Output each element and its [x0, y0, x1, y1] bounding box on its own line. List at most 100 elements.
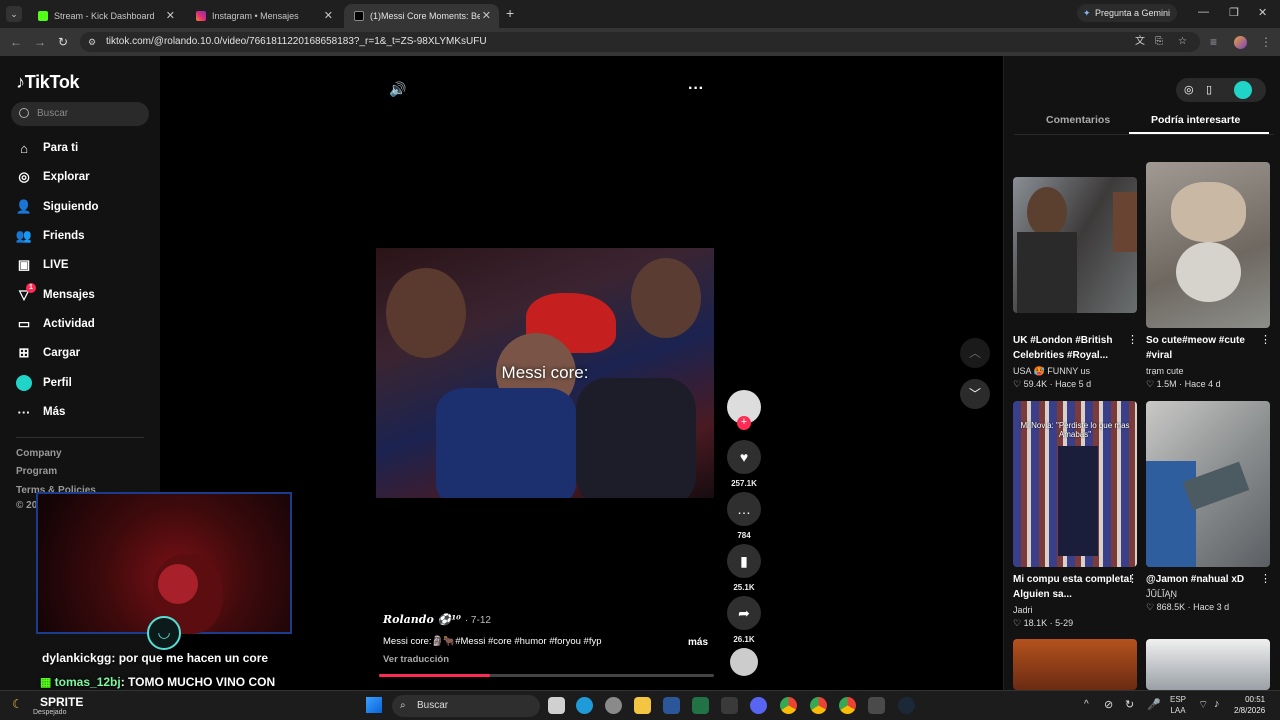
tab-podria-interesarte[interactable]: Podría interesarte	[1151, 114, 1240, 126]
back-icon[interactable]: ←	[10, 35, 22, 49]
url-input[interactable]: ⚙ tiktok.com/@rolando.10.0/video/7661811…	[80, 32, 1200, 52]
sidebar-item-explorar[interactable]: ◎ Explorar	[16, 166, 89, 188]
menu-icon[interactable]: ⋮	[1260, 35, 1272, 49]
install-icon[interactable]: ⎘	[1155, 32, 1163, 52]
tab-search-button[interactable]: ⌄	[6, 6, 22, 22]
translate-link[interactable]: Ver traducción	[383, 654, 449, 665]
tray-wifi-icon[interactable]: ⌔	[1198, 698, 1208, 712]
tray-sync-icon[interactable]: ↻	[1125, 698, 1134, 711]
tray-volume-icon[interactable]: ♪	[1214, 698, 1220, 710]
tab-tiktok[interactable]: (1)Messi Core Moments: Best F ✕	[344, 4, 499, 28]
excel-icon[interactable]	[692, 697, 709, 714]
translate-icon[interactable]: 文	[1135, 32, 1145, 52]
start-icon[interactable]	[366, 697, 382, 713]
recommendation-thumbnail[interactable]	[1013, 639, 1137, 690]
clock[interactable]: 00:51 2/8/2026	[1234, 694, 1265, 716]
task-view-icon[interactable]	[548, 697, 565, 714]
sidebar-item-cargar[interactable]: ⊞ Cargar	[16, 342, 81, 364]
sidebar-item-siguiendo[interactable]: 👤 Siguiendo	[16, 196, 99, 218]
close-icon[interactable]: ✕	[324, 9, 333, 22]
card-author[interactable]: ĴŨĹĨĄŅ	[1146, 589, 1177, 599]
more-link[interactable]: más	[688, 637, 708, 648]
language-indicator[interactable]: ESP LAA	[1170, 694, 1186, 716]
profile-avatar[interactable]	[1234, 36, 1247, 49]
chrome-icon[interactable]	[780, 697, 797, 714]
card-more-icon[interactable]: ⋮	[1260, 333, 1271, 346]
recommendation-thumbnail[interactable]: Mi Novia: "Perdiste lo que mas Amabas"	[1013, 401, 1137, 567]
sidebar-item-live[interactable]: ▣ LIVE	[16, 254, 69, 276]
sidebar-item-actividad[interactable]: ▭ Actividad	[16, 313, 95, 335]
card-author[interactable]: Jadri	[1013, 605, 1033, 615]
sidebar-item-mas[interactable]: ··· Más	[16, 401, 66, 423]
footer-link-company[interactable]: Company	[16, 448, 62, 459]
tiktok-logo[interactable]: ♪TikTok	[16, 72, 80, 93]
recommendation-thumbnail[interactable]	[1146, 639, 1270, 690]
minimize-button[interactable]: —	[1198, 6, 1209, 18]
close-window-button[interactable]: ✕	[1258, 6, 1267, 19]
tab-kick[interactable]: Stream - Kick Dashboard ✕	[28, 4, 183, 28]
video-player[interactable]: Messi core:	[376, 248, 714, 498]
tab-comentarios[interactable]: Comentarios	[1046, 114, 1110, 126]
progress-track[interactable]	[379, 674, 714, 677]
sidebar-item-para-ti[interactable]: ⌂ Para ti	[16, 137, 78, 159]
recommendation-thumbnail[interactable]	[1146, 162, 1270, 328]
follow-button[interactable]: +	[737, 416, 751, 430]
sidebar-item-mensajes[interactable]: ▽ 1 Mensajes	[16, 283, 95, 306]
tray-mic-icon[interactable]: 🎤	[1147, 698, 1161, 711]
word-icon[interactable]	[663, 697, 680, 714]
file-explorer-icon[interactable]	[634, 697, 651, 714]
chrome-profile-icon[interactable]	[810, 697, 827, 714]
author-avatar[interactable]: +	[727, 390, 761, 430]
sidebar-item-friends[interactable]: 👥 Friends	[16, 225, 85, 247]
card-more-icon[interactable]: ⋮	[1127, 333, 1138, 346]
next-video-button[interactable]: ﹀	[960, 379, 990, 409]
card-title[interactable]: Mi compu esta completa! Alguien sa...	[1013, 572, 1133, 602]
settings-icon[interactable]	[605, 697, 622, 714]
tray-network-icon[interactable]: ⊘	[1104, 698, 1113, 711]
more-options-icon[interactable]: ···	[688, 80, 704, 98]
share-button[interactable]: ➦ 26.1K	[727, 596, 761, 644]
bookmark-star-icon[interactable]: ☆	[1178, 32, 1187, 52]
search-input[interactable]: Buscar	[11, 102, 149, 126]
save-button[interactable]: ▮ 25.1K	[727, 544, 761, 592]
tab-instagram[interactable]: Instagram • Mensajes ✕	[186, 4, 341, 28]
forward-icon[interactable]: →	[34, 35, 46, 49]
site-info-icon[interactable]: ⚙	[88, 32, 96, 52]
store-icon[interactable]	[868, 697, 885, 714]
footer-link-program[interactable]: Program	[16, 466, 57, 477]
taskbar-search-input[interactable]: ⌕ Buscar	[392, 695, 540, 717]
device-icon[interactable]: ▯	[1206, 83, 1212, 96]
card-title[interactable]: So cute#meow #cute #viral	[1146, 333, 1266, 363]
chrome-active-icon[interactable]	[839, 697, 856, 714]
profile-avatar[interactable]	[1234, 81, 1252, 99]
new-tab-button[interactable]: +	[506, 5, 514, 21]
steam-icon[interactable]	[898, 697, 915, 714]
reload-icon[interactable]: ↻	[58, 35, 68, 49]
comment-button[interactable]: … 784	[727, 492, 761, 540]
gemini-button[interactable]: ✦ Pregunta a Gemini	[1077, 4, 1177, 22]
volume-icon[interactable]: 🔊	[389, 81, 406, 98]
card-title[interactable]: @Jamon #nahual xD	[1146, 572, 1266, 587]
close-icon[interactable]: ✕	[166, 9, 175, 22]
like-button[interactable]: ♥ 257.1K	[727, 440, 761, 488]
card-more-icon[interactable]: ⋮	[1127, 572, 1138, 585]
card-author[interactable]: USA 🥵 FUNNY us	[1013, 366, 1090, 377]
video-author[interactable]: Rolando ⚽¹⁰ · 7-12	[383, 613, 491, 626]
terminal-icon[interactable]	[721, 697, 738, 714]
reading-list-icon[interactable]: ≡	[1210, 35, 1217, 49]
close-icon[interactable]: ✕	[482, 9, 491, 22]
tray-chevron-icon[interactable]: ^	[1084, 699, 1089, 710]
discord-icon[interactable]	[750, 697, 767, 714]
recommendation-thumbnail[interactable]	[1146, 401, 1270, 567]
card-more-icon[interactable]: ⋮	[1260, 572, 1271, 585]
previous-video-button[interactable]: ︿	[960, 338, 990, 368]
maximize-button[interactable]: ❐	[1229, 6, 1239, 19]
edge-icon[interactable]	[576, 697, 593, 714]
card-author[interactable]: trạm cute	[1146, 366, 1184, 376]
explore-icon[interactable]: ◎	[1184, 83, 1194, 96]
panel-toolbar: ◎ ▯	[1176, 78, 1266, 102]
music-disc[interactable]	[727, 648, 761, 676]
card-title[interactable]: UK #London #British Celebrities #Royal..…	[1013, 333, 1133, 363]
sidebar-item-perfil[interactable]: Perfil	[16, 372, 72, 394]
recommendation-thumbnail[interactable]	[1013, 177, 1137, 313]
